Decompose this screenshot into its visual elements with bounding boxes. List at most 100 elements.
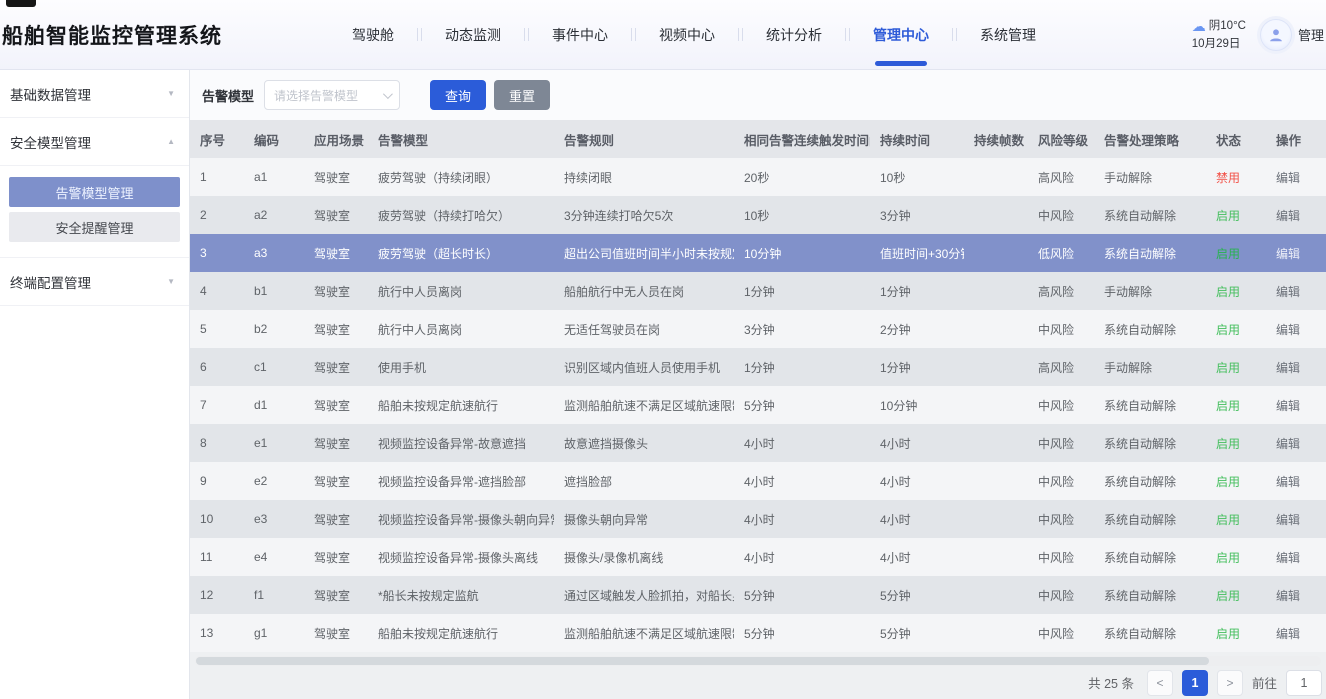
next-page-button[interactable]: > [1217, 670, 1243, 696]
table-cell: 10分钟 [870, 397, 964, 414]
table-row[interactable]: 8e1驾驶室视频监控设备异常-故意遮挡故意遮挡摄像头4小时4小时中风险系统自动解… [190, 424, 1326, 462]
sidebar-menu: 基础数据管理▼安全模型管理▲ 告警模型管理安全提醒管理终端配置管理▼ [0, 70, 189, 306]
table-row[interactable]: 12f1驾驶室*船长未按规定监航通过区域触发人脸抓拍，对船长身份...5分钟5分… [190, 576, 1326, 614]
edit-link[interactable]: 编辑 [1266, 511, 1326, 528]
table-cell: 系统自动解除 [1094, 245, 1206, 262]
table-cell: 驾驶室 [304, 587, 368, 604]
nav-item-7[interactable]: 系统管理 [958, 0, 1058, 69]
table-row[interactable]: 3a3驾驶室疲劳驾驶（超长时长）超出公司值班时间半小时未按规定交接10分钟值班时… [190, 234, 1326, 272]
search-button[interactable]: 查询 [430, 80, 486, 110]
table-cell: 航行中人员离岗 [368, 283, 554, 300]
status-badge: 启用 [1206, 587, 1266, 604]
table-row[interactable]: 13g1驾驶室船舶未按规定航速航行监测船舶航速不满足区域航速限制规定5分钟5分钟… [190, 614, 1326, 652]
reset-button[interactable]: 重置 [494, 80, 550, 110]
chevron-down-icon: ▼ [167, 277, 175, 286]
table-cell: 1分钟 [734, 283, 870, 300]
nav-item-6[interactable]: 管理中心 [851, 0, 951, 69]
table-cell: 系统自动解除 [1094, 207, 1206, 224]
table-cell: f1 [244, 588, 304, 602]
table-cell: 驾驶室 [304, 397, 368, 414]
nav-item-4[interactable]: 视频中心 [637, 0, 737, 69]
table-cell: 中风险 [1028, 435, 1094, 452]
table-cell: 4小时 [870, 435, 964, 452]
sidebar-item-2[interactable]: 安全提醒管理 [9, 212, 180, 242]
table-cell: 1分钟 [870, 359, 964, 376]
nav-item-5[interactable]: 统计分析 [744, 0, 844, 69]
status-badge: 启用 [1206, 511, 1266, 528]
table-cell: 4小时 [734, 549, 870, 566]
goto-page-input[interactable] [1286, 670, 1322, 696]
table-cell: 手动解除 [1094, 283, 1206, 300]
column-header: 持续帧数 [964, 130, 1028, 149]
table-cell: 中风险 [1028, 397, 1094, 414]
sidebar: 基础数据管理▼安全模型管理▲ 告警模型管理安全提醒管理终端配置管理▼ [0, 70, 190, 699]
column-header: 相同告警连续触发时间间隔 [734, 130, 870, 149]
filter-label: 告警模型 [202, 86, 254, 105]
table-row[interactable]: 1a1驾驶室疲劳驾驶（持续闭眼）持续闭眼20秒10秒高风险手动解除禁用编辑 [190, 158, 1326, 196]
prev-page-button[interactable]: < [1147, 670, 1173, 696]
horizontal-scrollbar[interactable] [195, 656, 1321, 666]
chevron-down-icon: ▼ [167, 89, 175, 98]
table-row[interactable]: 5b2驾驶室航行中人员离岗无适任驾驶员在岗3分钟2分钟中风险系统自动解除启用编辑 [190, 310, 1326, 348]
table-cell: 遮挡脸部 [554, 473, 734, 490]
sidebar-group-2[interactable]: 安全模型管理▲ [0, 118, 189, 166]
scrollbar-thumb[interactable] [196, 657, 1209, 665]
edit-link[interactable]: 编辑 [1266, 587, 1326, 604]
nav-item-3[interactable]: 事件中心 [530, 0, 630, 69]
column-header: 风险等级 [1028, 130, 1094, 149]
table-cell: d1 [244, 398, 304, 412]
edit-link[interactable]: 编辑 [1266, 321, 1326, 338]
edit-link[interactable]: 编辑 [1266, 549, 1326, 566]
edit-link[interactable]: 编辑 [1266, 359, 1326, 376]
table-cell: 10 [190, 512, 244, 526]
page-1-button[interactable]: 1 [1182, 670, 1208, 696]
chevron-up-icon: ▲ [167, 137, 175, 146]
table-cell: 4 [190, 284, 244, 298]
table-cell: 识别区域内值班人员使用手机 [554, 359, 734, 376]
table-cell: 4小时 [870, 549, 964, 566]
table-cell: 疲劳驾驶（持续闭眼） [368, 169, 554, 186]
user-name[interactable]: 管理 [1298, 25, 1324, 44]
user-avatar-icon[interactable] [1260, 19, 1292, 51]
page: 船舶智能监控管理系统 驾驶舱动态监测事件中心视频中心统计分析管理中心系统管理 ☁… [0, 0, 1326, 699]
sidebar-group-1[interactable]: 基础数据管理▼ [0, 70, 189, 118]
table-row[interactable]: 7d1驾驶室船舶未按规定航速航行监测船舶航速不满足区域航速限制规定5分钟10分钟… [190, 386, 1326, 424]
status-badge: 启用 [1206, 321, 1266, 338]
nav-item-2[interactable]: 动态监测 [423, 0, 523, 69]
edit-link[interactable]: 编辑 [1266, 169, 1326, 186]
nav-item-1[interactable]: 驾驶舱 [330, 0, 416, 69]
table-cell: 5分钟 [870, 587, 964, 604]
table-cell: 5 [190, 322, 244, 336]
table-row[interactable]: 9e2驾驶室视频监控设备异常-遮挡脸部遮挡脸部4小时4小时中风险系统自动解除启用… [190, 462, 1326, 500]
table-cell: a2 [244, 208, 304, 222]
table-cell: 故意遮挡摄像头 [554, 435, 734, 452]
edit-link[interactable]: 编辑 [1266, 283, 1326, 300]
edit-link[interactable]: 编辑 [1266, 473, 1326, 490]
table-cell: 手动解除 [1094, 359, 1206, 376]
nav-separator-icon [845, 28, 850, 41]
table-cell: 中风险 [1028, 473, 1094, 490]
table-cell: a3 [244, 246, 304, 260]
table-cell: 驾驶室 [304, 511, 368, 528]
edit-link[interactable]: 编辑 [1266, 245, 1326, 262]
table-cell: 监测船舶航速不满足区域航速限制规定 [554, 397, 734, 414]
sidebar-group-3[interactable]: 终端配置管理▼ [0, 258, 189, 306]
status-badge: 启用 [1206, 625, 1266, 642]
alarm-model-select[interactable]: 请选择告警模型 [264, 80, 400, 110]
table-row[interactable]: 11e4驾驶室视频监控设备异常-摄像头离线摄像头/录像机离线4小时4小时中风险系… [190, 538, 1326, 576]
status-badge: 启用 [1206, 359, 1266, 376]
weather-temp: 阴10°C [1209, 18, 1246, 34]
sidebar-item-1[interactable]: 告警模型管理 [9, 177, 180, 207]
total-count: 共 25 条 [1088, 673, 1134, 692]
table-row[interactable]: 2a2驾驶室疲劳驾驶（持续打哈欠）3分钟连续打哈欠5次10秒3分钟中风险系统自动… [190, 196, 1326, 234]
edit-link[interactable]: 编辑 [1266, 397, 1326, 414]
edit-link[interactable]: 编辑 [1266, 435, 1326, 452]
column-header: 告警模型 [368, 130, 554, 149]
table-row[interactable]: 4b1驾驶室航行中人员离岗船舶航行中无人员在岗1分钟1分钟高风险手动解除启用编辑 [190, 272, 1326, 310]
table-row[interactable]: 6c1驾驶室使用手机识别区域内值班人员使用手机1分钟1分钟高风险手动解除启用编辑 [190, 348, 1326, 386]
table-cell: 系统自动解除 [1094, 587, 1206, 604]
edit-link[interactable]: 编辑 [1266, 625, 1326, 642]
table-row[interactable]: 10e3驾驶室视频监控设备异常-摄像头朝向异常摄像头朝向异常4小时4小时中风险系… [190, 500, 1326, 538]
edit-link[interactable]: 编辑 [1266, 207, 1326, 224]
table-cell: 无适任驾驶员在岗 [554, 321, 734, 338]
